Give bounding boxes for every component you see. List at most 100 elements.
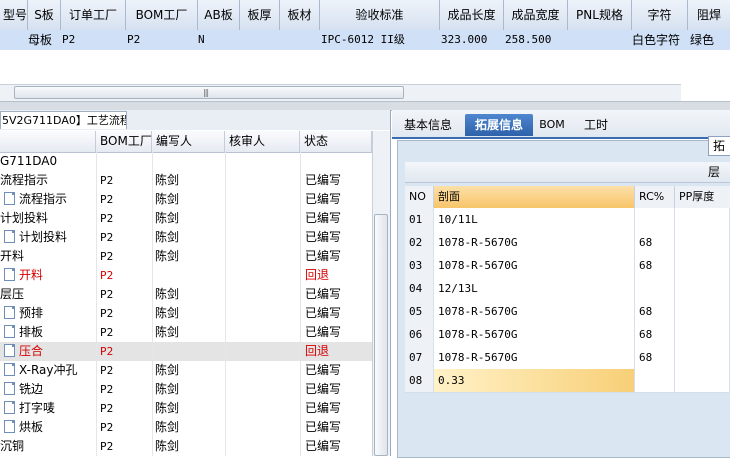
tree-row-name: 沉铜 — [0, 437, 92, 456]
lamination-rc[interactable] — [635, 208, 675, 231]
col-thickness[interactable]: 板厚 — [240, 0, 280, 30]
tab-process-flow[interactable]: 5V2G711DA0】工艺流程 — [0, 111, 127, 129]
lamination-section[interactable]: 12/13L — [434, 277, 635, 300]
lamination-rc[interactable]: 68 — [635, 231, 675, 254]
horizontal-scroll-thumb[interactable] — [14, 86, 404, 99]
tree-row[interactable]: 开料 P2 回退 — [0, 266, 372, 285]
col-length[interactable]: 成品长度 — [440, 0, 504, 30]
doc-icon — [4, 344, 15, 357]
tree-row-status: 回退 — [305, 268, 330, 282]
tree-row[interactable]: X-Ray冲孔 P2 陈剑 已编写 — [0, 361, 372, 380]
tree-column-divider — [225, 228, 226, 247]
grip-icon: ||| — [203, 88, 209, 97]
lamination-row[interactable]: 04 12/13L — [405, 277, 730, 301]
tree-row[interactable]: G711DA0 — [0, 152, 372, 171]
lamination-row[interactable]: 07 1078-R-5670G 68 — [405, 346, 730, 370]
order-row[interactable]: 母板 P2 P2 N IPC-6012 II级 323.000 258.500 … — [0, 30, 730, 50]
tree-col-name[interactable] — [0, 131, 96, 152]
tree-row-label: 打字唛 — [19, 401, 56, 415]
lamination-section[interactable]: 1078-R-5670G — [434, 323, 635, 346]
lamination-row[interactable]: 02 1078-R-5670G 68 — [405, 231, 730, 255]
tree-column-divider — [300, 266, 301, 285]
col-order-factory[interactable]: 订单工厂 — [61, 0, 126, 30]
tree-col-status[interactable]: 状态 — [300, 131, 372, 152]
grid-col-section[interactable]: 剖面 — [434, 186, 635, 208]
lamination-row[interactable]: 08 0.33 — [405, 369, 730, 393]
lamination-rc[interactable] — [635, 277, 675, 300]
col-model[interactable]: 型号 — [0, 0, 28, 30]
tree-column-divider — [300, 209, 301, 228]
tree-row-bom: P2 — [100, 250, 114, 263]
col-char[interactable]: 字符 — [632, 0, 688, 30]
tree-column-divider — [96, 437, 97, 456]
tab-extended-info[interactable]: 拓展信息 — [465, 114, 533, 136]
lamination-rc[interactable]: 68 — [635, 323, 675, 346]
lamination-section[interactable]: 1078-R-5670G — [434, 346, 635, 369]
doc-icon — [4, 420, 15, 433]
col-ab-board[interactable]: AB板 — [198, 0, 240, 30]
doc-icon — [4, 192, 15, 205]
lamination-section[interactable]: 1078-R-5670G — [434, 254, 635, 277]
lamination-rc[interactable]: 68 — [635, 254, 675, 277]
grid-col-no[interactable]: NO — [405, 186, 434, 208]
lamination-pp[interactable] — [675, 208, 730, 231]
tree-row-bom: P2 — [100, 212, 114, 225]
tree-row[interactable]: 排板 P2 陈剑 已编写 — [0, 323, 372, 342]
tree-row-name: 流程指示 — [4, 190, 96, 209]
lamination-row[interactable]: 01 10/11L — [405, 208, 730, 232]
tree-row-status: 已编写 — [305, 249, 342, 263]
tree-row[interactable]: 沉铜 P2 陈剑 已编写 — [0, 437, 372, 456]
col-material[interactable]: 板材 — [280, 0, 320, 30]
lamination-section[interactable]: 1078-R-5670G — [434, 231, 635, 254]
grid-col-rc[interactable]: RC% — [635, 186, 675, 208]
tree-row[interactable]: 计划投料 P2 陈剑 已编写 — [0, 228, 372, 247]
tree-row[interactable]: 开料 P2 陈剑 已编写 — [0, 247, 372, 266]
tree-col-reviewer[interactable]: 核审人 — [225, 131, 300, 152]
tree-row[interactable]: 计划投料 P2 陈剑 已编写 — [0, 209, 372, 228]
tree-column-divider — [225, 323, 226, 342]
lamination-section[interactable]: 10/11L — [434, 208, 635, 231]
lamination-pp[interactable] — [675, 277, 730, 300]
lamination-rc[interactable] — [635, 369, 675, 392]
tree-column-divider — [225, 190, 226, 209]
tree-scroll-thumb[interactable] — [374, 214, 388, 456]
col-solder[interactable]: 阻焊 — [688, 0, 730, 30]
lamination-pp[interactable] — [675, 369, 730, 392]
lamination-pp[interactable] — [675, 231, 730, 254]
tree-row[interactable]: 流程指示 P2 陈剑 已编写 — [0, 171, 372, 190]
tree-row-status: 已编写 — [305, 306, 342, 320]
tree-row[interactable]: 流程指示 P2 陈剑 已编写 — [0, 190, 372, 209]
tree-row[interactable]: 打字唛 P2 陈剑 已编写 — [0, 399, 372, 418]
tree-row[interactable]: 烘板 P2 陈剑 已编写 — [0, 418, 372, 437]
lamination-rc[interactable]: 68 — [635, 300, 675, 323]
tree-row[interactable]: 预排 P2 陈剑 已编写 — [0, 304, 372, 323]
tab-work-hours[interactable]: 工时 — [576, 114, 616, 136]
lamination-pp[interactable] — [675, 300, 730, 323]
lamination-pp[interactable] — [675, 254, 730, 277]
tree-row[interactable]: 铣边 P2 陈剑 已编写 — [0, 380, 372, 399]
lamination-pp[interactable] — [675, 346, 730, 369]
tree-col-bom[interactable]: BOM工厂 — [96, 131, 152, 152]
lamination-row[interactable]: 06 1078-R-5670G 68 — [405, 323, 730, 347]
col-pnl[interactable]: PNL规格 — [568, 0, 632, 30]
lamination-pp[interactable] — [675, 323, 730, 346]
tree-row[interactable]: 压合 P2 回退 — [0, 342, 372, 361]
grid-col-pp[interactable]: PP厚度 — [675, 186, 730, 208]
tree-col-writer[interactable]: 编写人 — [152, 131, 225, 152]
col-width[interactable]: 成品宽度 — [504, 0, 568, 30]
tree-row[interactable]: 层压 P2 陈剑 已编写 — [0, 285, 372, 304]
lamination-section[interactable]: 1078-R-5670G — [434, 300, 635, 323]
col-standard[interactable]: 验收标准 — [320, 0, 440, 30]
doc-icon — [4, 382, 15, 395]
col-s-board[interactable]: S板 — [28, 0, 61, 30]
extend-button[interactable]: 拓 — [708, 136, 730, 156]
tree-column-divider — [96, 380, 97, 399]
lamination-row[interactable]: 03 1078-R-5670G 68 — [405, 254, 730, 278]
lamination-section[interactable]: 0.33 — [434, 369, 635, 392]
tree-row-writer: 陈剑 — [155, 363, 180, 377]
col-bom-factory[interactable]: BOM工厂 — [126, 0, 198, 30]
lamination-row[interactable]: 05 1078-R-5670G 68 — [405, 300, 730, 324]
tab-basic-info[interactable]: 基本信息 — [398, 114, 458, 136]
lamination-rc[interactable]: 68 — [635, 346, 675, 369]
tab-bom[interactable]: BOM — [536, 114, 568, 136]
